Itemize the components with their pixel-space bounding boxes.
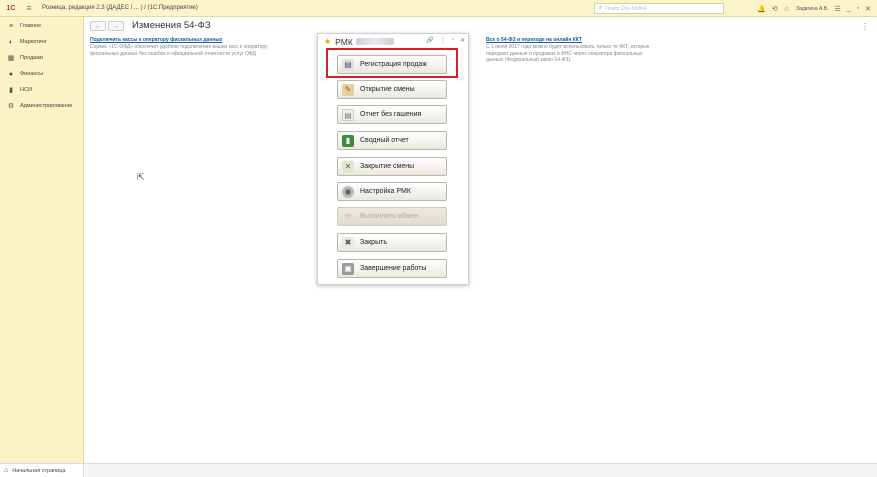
more-vertical-icon[interactable]: ⋮ bbox=[861, 22, 869, 31]
button-label: Завершение работы bbox=[360, 265, 427, 272]
top-right-controls: 🔔 ⟲ ☆ Задвгина А.В. ☰ _ ▫ ✕ bbox=[757, 2, 871, 15]
page-title: Изменения 54-ФЗ bbox=[132, 20, 211, 31]
sidebar-item-label: Продажи bbox=[20, 55, 43, 61]
nav-arrows: ← → bbox=[90, 21, 124, 31]
law-54fz-link[interactable]: Все о 54-ФЗ и переходе на онлайн ККТ bbox=[486, 37, 656, 43]
dialog-title: РМК bbox=[335, 36, 353, 47]
back-arrow-icon[interactable]: ← bbox=[90, 21, 106, 31]
close-shift-button[interactable]: ✕ Закрытие смены bbox=[337, 157, 447, 176]
dialog-controls: 🔗 ⋮ ▫ ✕ bbox=[426, 37, 465, 44]
mouse-cursor-icon: ⇱ bbox=[137, 172, 145, 182]
sidebar-item-finance[interactable]: ● Финансы bbox=[0, 66, 83, 82]
sidebar-item-label: Маркетинг bbox=[20, 39, 47, 45]
close-button[interactable]: ✖ Закрыть bbox=[337, 233, 447, 252]
report-icon: ▤ bbox=[342, 108, 354, 121]
sidebar-item-label: НСИ bbox=[20, 87, 32, 93]
app-logo: 1С bbox=[6, 4, 16, 12]
settings-icon[interactable]: ☰ bbox=[834, 5, 840, 13]
finish-work-button[interactable]: ▣ Завершение работы bbox=[337, 259, 447, 278]
nsi-icon: ▮ bbox=[9, 87, 13, 94]
run-exchange-button[interactable]: ⟳ Выполнить обмен bbox=[337, 207, 447, 226]
open-shift-button[interactable]: ✎ Открытие смены bbox=[337, 80, 447, 99]
favorites-star-icon[interactable]: ☆ bbox=[784, 5, 790, 13]
sales-icon: ▦ bbox=[7, 55, 15, 62]
button-label: Выполнить обмен bbox=[360, 213, 419, 220]
sidebar-item-admin[interactable]: ⚙ Администрирование bbox=[0, 98, 83, 114]
sidebar-item-label: Администрирование bbox=[20, 103, 73, 109]
home-icon: ⌂ bbox=[4, 467, 9, 474]
settings-icon: ◉ bbox=[342, 185, 354, 198]
law-54fz-text: С 1 июля 2017 года можно будет использов… bbox=[486, 44, 650, 63]
lock-icon: ▣ bbox=[342, 262, 354, 275]
open-shift-icon: ✎ bbox=[342, 83, 354, 96]
button-label: Сводный отчет bbox=[360, 137, 409, 144]
main-area: ← → Изменения 54-ФЗ ⋮ Подключить кассы к… bbox=[84, 17, 877, 463]
home-tab-label: Начальная страница bbox=[12, 467, 66, 474]
link-icon[interactable]: 🔗 bbox=[426, 37, 433, 44]
close-doc-icon: ✖ bbox=[342, 236, 354, 249]
connect-ofd-text: Сервис «1С-ОФД» обеспечит удобное подклю… bbox=[90, 44, 268, 57]
search-placeholder: Поиск Ctrl+Shift+F bbox=[605, 5, 648, 12]
summary-report-button[interactable]: ▮ Сводный отчет bbox=[337, 131, 447, 150]
finance-icon: ● bbox=[8, 70, 14, 78]
dialog-header: ★ РМК 🔗 ⋮ ▫ ✕ bbox=[318, 34, 470, 49]
menu-icon: ≡ bbox=[8, 22, 14, 30]
user-name[interactable]: Задвгина А.В. bbox=[796, 6, 828, 12]
button-label: Закрытие смены bbox=[360, 163, 415, 170]
main-menu-icon[interactable]: ≡ bbox=[22, 3, 36, 13]
sidebar-item-nsi[interactable]: ▮ НСИ bbox=[0, 82, 83, 98]
search-input[interactable]: ⌕ Поиск Ctrl+Shift+F bbox=[594, 3, 724, 14]
marketing-icon: ◐ bbox=[8, 38, 14, 46]
sidebar-item-label: Главное bbox=[20, 23, 42, 29]
summary-report-icon: ▮ bbox=[342, 134, 354, 147]
report-no-reset-button[interactable]: ▤ Отчет без гашения bbox=[337, 105, 447, 124]
bottom-bar: ⌂ Начальная страница bbox=[0, 463, 877, 477]
gear-icon: ⚙ bbox=[7, 103, 15, 110]
top-bar: 1С ≡ Розница, редакция 2.3 (ДАДЕС / ... … bbox=[0, 0, 877, 17]
minimize-icon[interactable]: _ bbox=[847, 5, 851, 12]
rmk-settings-button[interactable]: ◉ Настройка РМК bbox=[337, 182, 447, 201]
button-label: Открытие смены bbox=[360, 86, 415, 93]
connect-ofd-link[interactable]: Подключить кассы к оператору фискальных … bbox=[90, 37, 270, 43]
maximize-icon[interactable]: ▫ bbox=[452, 37, 454, 44]
button-label: Настройка РМК bbox=[360, 188, 411, 195]
sidebar-item-label: Финансы bbox=[20, 71, 44, 77]
exchange-icon: ⟳ bbox=[344, 211, 352, 221]
sidebar: ≡ Главное ◐ Маркетинг ▦ Продажи ● Финанс… bbox=[0, 17, 84, 463]
button-label: Отчет без гашения bbox=[360, 111, 422, 118]
history-icon[interactable]: ⟲ bbox=[772, 5, 778, 13]
bell-icon[interactable]: 🔔 bbox=[757, 5, 766, 13]
sidebar-item-marketing[interactable]: ◐ Маркетинг bbox=[0, 34, 83, 50]
app-title: Розница, редакция 2.3 (ДАДЕС / ... ) / (… bbox=[42, 5, 198, 11]
search-icon: ⌕ bbox=[599, 5, 603, 11]
close-icon[interactable]: ✕ bbox=[460, 37, 465, 44]
highlight-frame bbox=[326, 48, 458, 78]
maximize-icon[interactable]: ▫ bbox=[857, 5, 859, 12]
more-vertical-icon[interactable]: ⋮ bbox=[440, 37, 446, 44]
sidebar-item-sales[interactable]: ▦ Продажи bbox=[0, 50, 83, 66]
close-shift-icon: ✕ bbox=[342, 160, 354, 173]
close-icon[interactable]: ✕ bbox=[865, 5, 871, 13]
blurred-title-part bbox=[355, 38, 394, 45]
home-page-tab[interactable]: ⌂ Начальная страница bbox=[0, 464, 84, 477]
button-label: Закрыть bbox=[360, 239, 387, 246]
favorite-star-icon[interactable]: ★ bbox=[324, 37, 331, 46]
forward-arrow-icon[interactable]: → bbox=[108, 21, 124, 31]
sidebar-item-main[interactable]: ≡ Главное bbox=[0, 18, 83, 34]
